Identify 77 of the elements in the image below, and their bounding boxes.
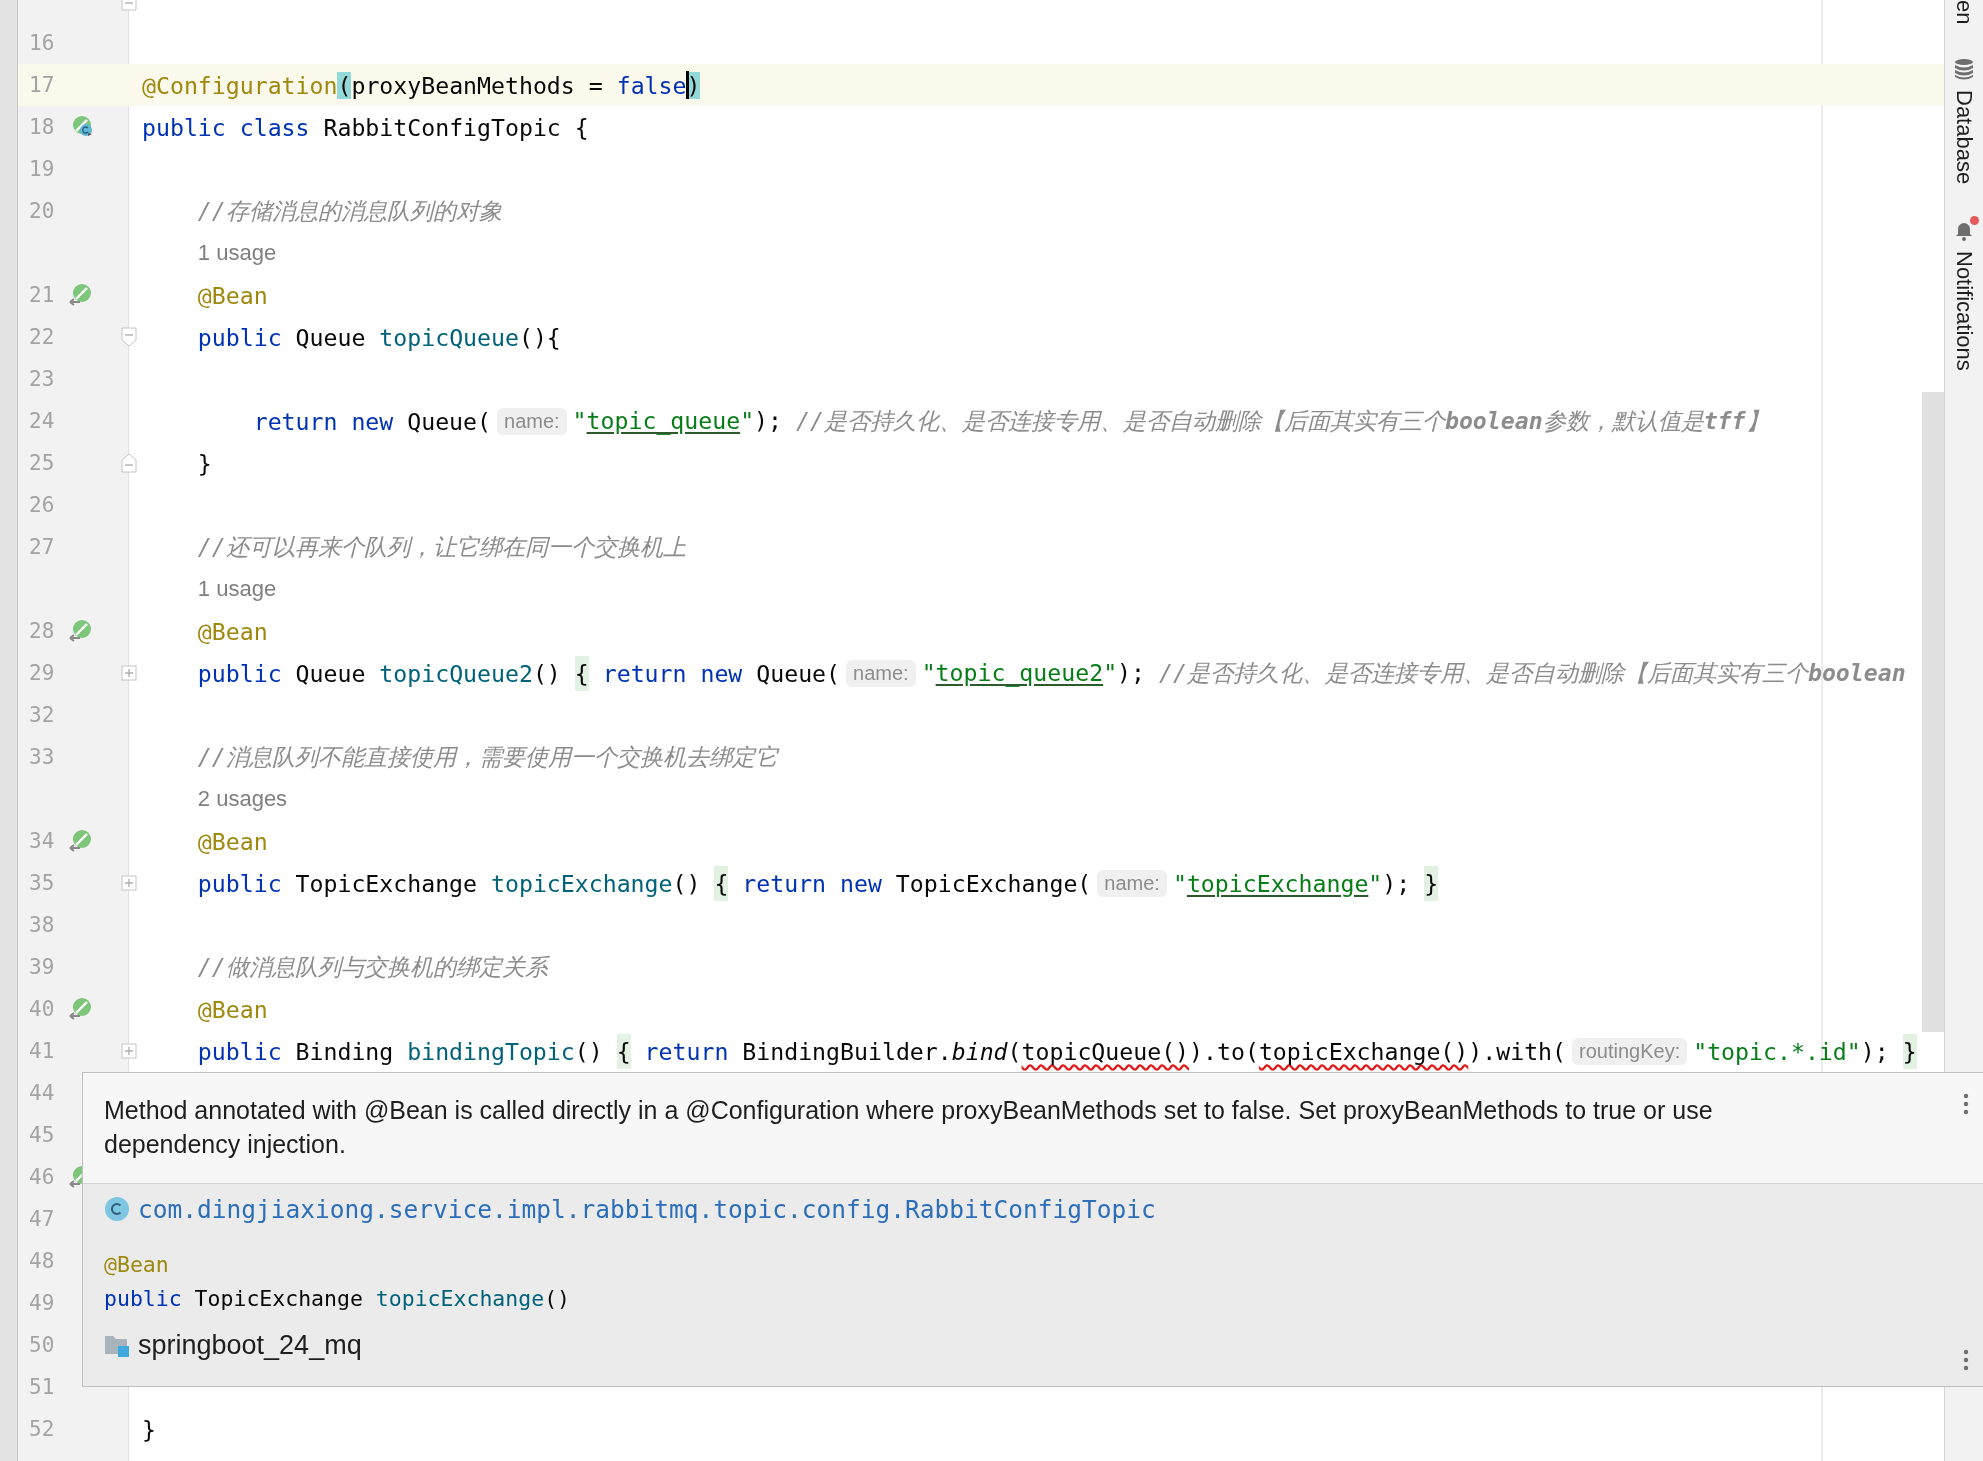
line-number: 19 [28,157,56,181]
code-text: return new Queue( [253,407,491,435]
line-number: 26 [28,493,56,517]
inspection-message: Method annotated with @Bean is called directly in a @Configuration where proxyBeanMethods set to false. Set proxyBeanMethods to true or use dependency injection. [104,1095,1714,1160]
line-number: 48 [28,1249,56,1273]
line-number: 49 [28,1291,56,1315]
expand-icon[interactable] [121,1043,137,1059]
line-number: 34 [28,829,56,853]
parameter-hint: name: [846,659,916,687]
code-text: @Bean [197,995,268,1023]
bean-icon[interactable] [68,997,94,1021]
code-text: public class RabbitConfigTopic { [142,113,589,141]
usages-link[interactable]: 1 usage [197,240,277,266]
bean-icon[interactable] [68,283,94,307]
line-number: 47 [28,1207,56,1231]
line-number: 16 [28,31,56,55]
line-number: 33 [28,745,56,769]
line-number: 21 [28,283,56,307]
code-text: //消息队列不能直接使用，需要使用一个交换机去绑定它 [197,741,778,772]
class-link[interactable]: com.dingjiaxiong.service.impl.rabbitmq.topic.config.RabbitConfigTopic [138,1194,1156,1224]
line-number: 35 [28,871,56,895]
code-text: "topic_queue2"); //是否持久化、是否连接专用、是否自动删除【后面其实有三个boolean [921,657,1906,689]
code-text: "topic_queue"); //是否持久化、是否连接专用、是否自动删除【后面其实有三个boolean参数，默认值是tff】 [572,405,1769,437]
module-name: springboot_24_mq [138,1329,362,1361]
code-text: //还可以再来个队列，让它绑在同一个交换机上 [197,531,686,562]
line-number: 28 [28,619,56,643]
class-icon [104,1196,130,1222]
module-folder-icon [104,1333,130,1357]
line-number: 38 [28,913,56,937]
usages-link[interactable]: 1 usage [197,576,277,602]
code-text: @Bean [197,827,268,855]
more-icon[interactable] [1963,1349,1969,1371]
code-text: @Bean [104,1251,169,1277]
tool-window-button[interactable]: Notifications [1951,218,1977,371]
collapse-icon[interactable] [121,453,137,473]
line-number: 51 [28,1375,56,1399]
parameter-hint: name: [497,407,567,435]
line-number: 18 [28,115,56,139]
expand-icon[interactable] [121,665,137,681]
line-number: 27 [28,535,56,559]
parameter-hint: routingKey: [1572,1037,1688,1065]
usages-link[interactable]: 2 usages [197,786,288,812]
line-number: 45 [28,1123,56,1147]
parameter-hint: name: [1097,869,1167,897]
line-number: 24 [28,409,56,433]
line-number: 25 [28,451,56,475]
line-number: 50 [28,1333,56,1357]
bean-icon[interactable] [68,619,94,643]
more-icon[interactable] [1963,1093,1969,1115]
code-text: @Bean [197,617,268,645]
line-number: 29 [28,661,56,685]
code-text: } [197,449,212,477]
code-text: @Configuration(proxyBeanMethods = false [142,71,687,99]
code-text: public Queue topicQueue(){ [197,323,561,351]
code-text: @Bean [197,281,268,309]
line-number: 40 [28,997,56,1021]
code-text: //做消息队列与交换机的绑定关系 [197,951,548,982]
expand-icon[interactable] [121,875,137,891]
tool-window-button[interactable]: en [1951,0,1977,25]
code-text: public TopicExchange topicExchange() [104,1285,570,1311]
line-number: 32 [28,703,56,727]
code-text: } [142,1415,156,1443]
line-number: 46 [28,1165,56,1189]
line-number: 39 [28,955,56,979]
line-number: 41 [28,1039,56,1063]
text-caret [686,71,690,99]
line-number: 20 [28,199,56,223]
code-text: //存储消息的消息队列的对象 [197,195,502,226]
line-number: 22 [28,325,56,349]
line-number: 52 [28,1417,56,1441]
line-number: 23 [28,367,56,391]
collapse-icon[interactable] [121,327,137,347]
bean-icon[interactable] [68,829,94,853]
line-number: 44 [28,1081,56,1105]
tool-window-button[interactable]: Database [1951,58,1977,185]
line-number: 17 [28,73,56,97]
scrollbar-thumb[interactable] [1922,392,1944,1032]
